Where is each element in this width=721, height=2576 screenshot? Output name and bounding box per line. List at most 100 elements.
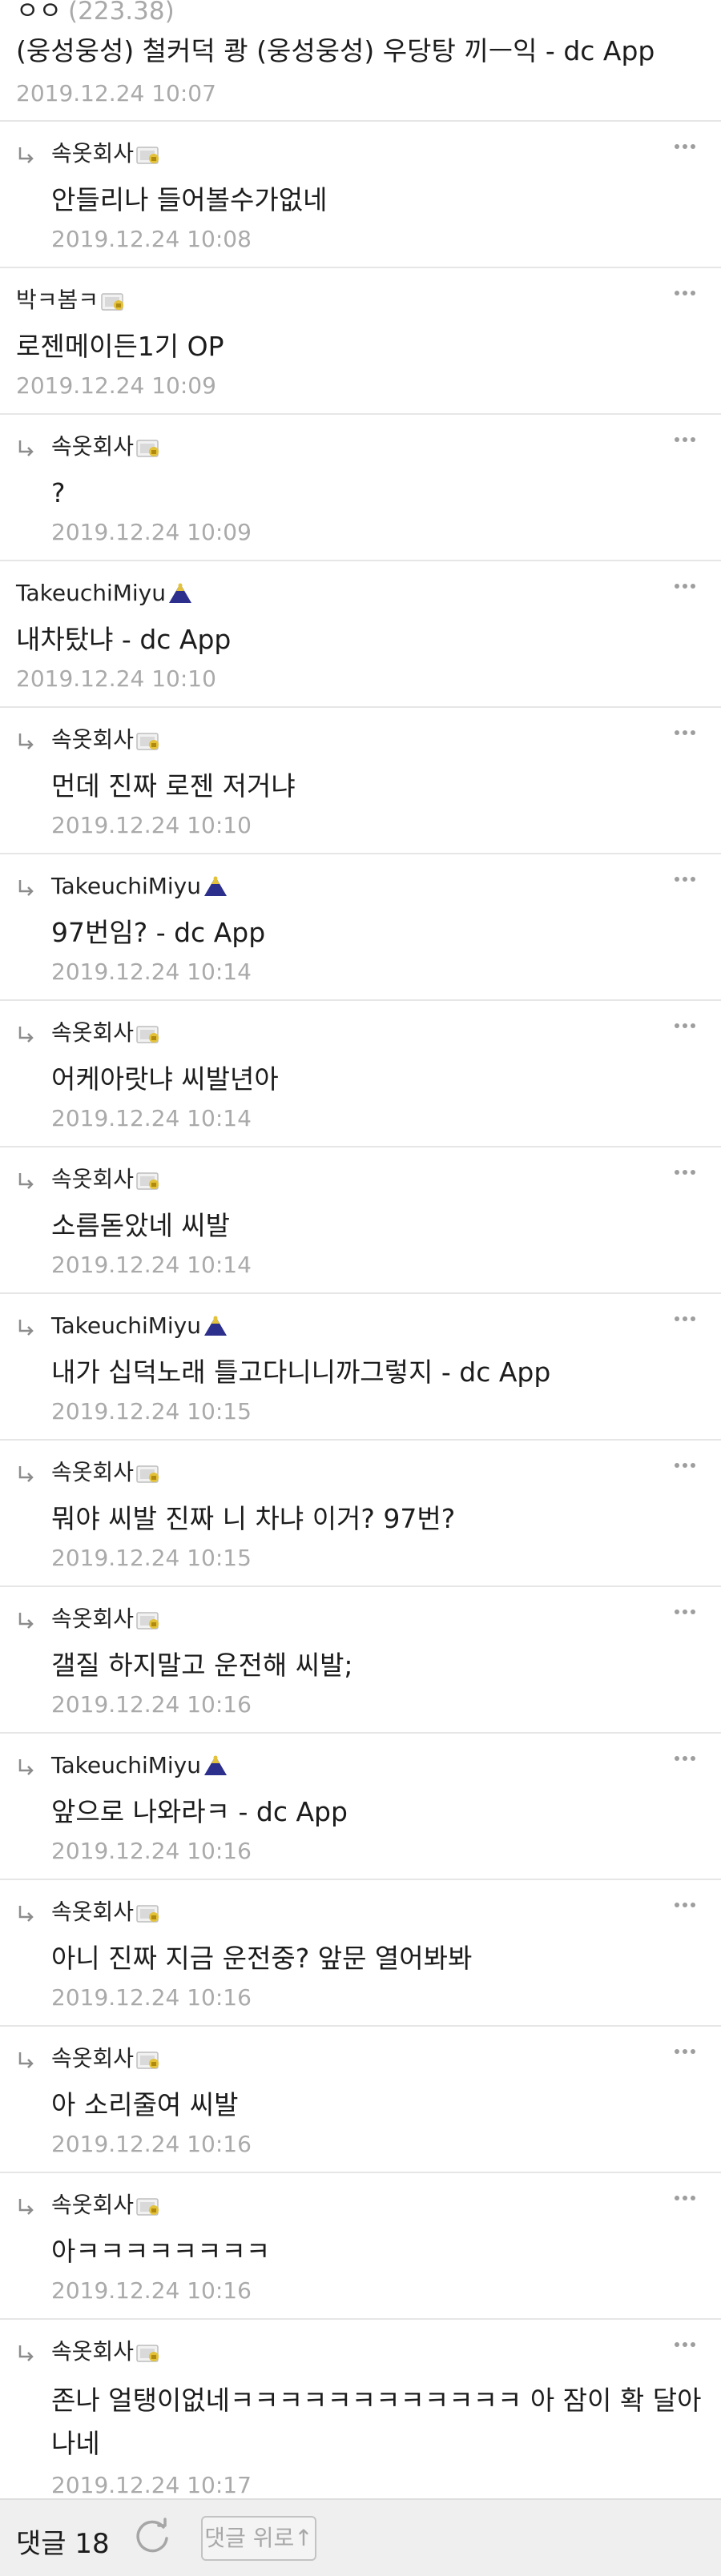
author-name: 속옷회사	[51, 1166, 135, 1192]
comment-author[interactable]: 박ㅋ봄ㅋ	[16, 284, 126, 316]
more-options-icon[interactable]	[675, 0, 699, 3]
reply-arrow-icon	[18, 878, 35, 898]
comment-item: TakeuchiMiyu 내가 십덕노래 틀고다니니까그렇지 - dc App 20…	[0, 1294, 721, 1441]
comment-timestamp: 2019.12.24 10:15	[51, 1398, 252, 1425]
more-options-icon[interactable]	[675, 144, 699, 152]
comment-author[interactable]: 속옷회사	[51, 2043, 161, 2075]
comment-author[interactable]: TakeuchiMiyu	[16, 577, 193, 609]
comment-timestamp: 2019.12.24 10:16	[51, 2131, 252, 2157]
more-options-icon[interactable]	[675, 1463, 699, 1471]
comment-body: 97번임? - dc App	[51, 917, 266, 948]
author-name: ㅇㅇ	[16, 0, 62, 26]
reply-arrow-icon	[18, 2344, 35, 2363]
comment-author[interactable]: 속옷회사	[51, 138, 161, 170]
comment-body: 내가 십덕노래 틀고다니니까그렇지 - dc App	[51, 1356, 551, 1388]
reply-arrow-icon	[18, 2051, 35, 2070]
comment-item: 속옷회사 아니 진짜 지금 운전중? 앞문 열어봐봐 2019.12.24 10:1…	[0, 1880, 721, 2027]
fixed-nick-badge-icon	[135, 1461, 161, 1484]
fixed-nick-badge-icon	[135, 1901, 161, 1923]
fixed-nick-badge-icon	[135, 1168, 161, 1191]
reply-arrow-icon	[18, 1465, 35, 1484]
comment-author[interactable]: 속옷회사	[51, 2336, 161, 2368]
author-name: TakeuchiMiyu	[16, 580, 166, 606]
comment-author[interactable]: 속옷회사	[51, 1603, 161, 1635]
more-options-icon[interactable]	[675, 584, 699, 592]
more-options-icon[interactable]	[675, 1316, 699, 1324]
comment-author[interactable]: 속옷회사	[51, 431, 161, 463]
comment-body: 아ㅋㅋㅋㅋㅋㅋㅋㅋ	[51, 2236, 271, 2267]
reply-arrow-icon	[18, 146, 35, 165]
comment-timestamp: 2019.12.24 10:16	[51, 1691, 252, 1718]
comment-author[interactable]: 속옷회사	[51, 1017, 161, 1049]
more-options-icon[interactable]	[675, 1170, 699, 1178]
reply-arrow-icon	[18, 1904, 35, 1923]
more-options-icon[interactable]	[675, 437, 699, 445]
author-name: 속옷회사	[51, 2045, 135, 2072]
fixed-nick-badge-icon	[135, 436, 161, 458]
comment-timestamp: 2019.12.24 10:10	[16, 665, 216, 692]
reply-arrow-icon	[18, 1318, 35, 1337]
author-name: 속옷회사	[51, 1605, 135, 1632]
more-options-icon[interactable]	[675, 730, 699, 738]
comment-body: 어케아랏냐 씨발년아	[51, 1063, 279, 1095]
reply-arrow-icon	[18, 732, 35, 751]
fixed-nick-badge-icon	[135, 1022, 161, 1044]
refresh-icon[interactable]	[131, 2516, 173, 2558]
fixed-nick-badge-icon	[135, 2194, 161, 2216]
comment-timestamp: 2019.12.24 10:10	[51, 812, 252, 838]
scroll-to-comments-top-button[interactable]: 댓글 위로↑	[201, 2516, 316, 2561]
fixed-nick-badge-icon	[135, 143, 161, 165]
more-options-icon[interactable]	[675, 1609, 699, 1618]
comment-timestamp: 2019.12.24 10:09	[16, 372, 216, 399]
manager-badge-icon	[203, 1754, 228, 1777]
more-options-icon[interactable]	[675, 291, 699, 299]
more-options-icon[interactable]	[675, 1903, 699, 1911]
author-name: 속옷회사	[51, 1019, 135, 1046]
comment-item: TakeuchiMiyu 97번임? - dc App 2019.12.24 10:…	[0, 854, 721, 1001]
comment-body: 먼데 진짜 로젠 저거냐	[51, 770, 296, 802]
comment-body: 뭐야 씨발 진짜 니 차냐 이거? 97번?	[51, 1503, 456, 1534]
reply-arrow-icon	[18, 439, 35, 458]
reply-arrow-icon	[18, 2197, 35, 2216]
comment-body: 로젠메이든1기 OP	[16, 331, 224, 362]
comment-author[interactable]: 속옷회사	[51, 1896, 161, 1928]
comment-timestamp: 2019.12.24 10:14	[51, 958, 252, 985]
comment-body: (웅성웅성) 철커덕 쾅 (웅성웅성) 우당탕 끼ㅡ익 - dc App	[16, 35, 655, 66]
more-options-icon[interactable]	[675, 2342, 699, 2350]
comment-body: 앞으로 나와라ㅋ - dc App	[51, 1796, 348, 1827]
more-options-icon[interactable]	[675, 877, 699, 885]
comment-body: 안들리나 들어볼수가없네	[51, 184, 328, 215]
comment-list: ㅇㅇ (223.38) (웅성웅성) 철커덕 쾅 (웅성웅성) 우당탕 끼ㅡ익 -…	[0, 0, 721, 2512]
comment-author[interactable]: TakeuchiMiyu	[51, 870, 228, 902]
fixed-nick-badge-icon	[100, 289, 126, 311]
more-options-icon[interactable]	[675, 2049, 699, 2057]
manager-badge-icon	[167, 582, 193, 605]
comment-item: 속옷회사 아ㅋㅋㅋㅋㅋㅋㅋㅋ 2019.12.24 10:16	[0, 2173, 721, 2320]
comment-author[interactable]: TakeuchiMiyu	[51, 1310, 228, 1342]
comment-item: 속옷회사 뭐야 씨발 진짜 니 차냐 이거? 97번? 2019.12.24 10:…	[0, 1441, 721, 1587]
reply-arrow-icon	[18, 1611, 35, 1630]
author-name: 속옷회사	[51, 433, 135, 460]
author-name: TakeuchiMiyu	[51, 1752, 201, 1778]
comment-item: ㅇㅇ (223.38) (웅성웅성) 철커덕 쾅 (웅성웅성) 우당탕 끼ㅡ익 -…	[0, 0, 721, 122]
comment-timestamp: 2019.12.24 10:17	[51, 2472, 252, 2498]
comment-body: 아니 진짜 지금 운전중? 앞문 열어봐봐	[51, 1943, 473, 1974]
comment-body: 갤질 하지말고 운전해 씨발;	[51, 1650, 353, 1681]
author-name: 박ㅋ봄ㅋ	[16, 287, 99, 313]
reply-arrow-icon	[18, 1758, 35, 1777]
comment-author[interactable]: 속옷회사	[51, 1457, 161, 1489]
comment-author[interactable]: 속옷회사	[51, 2189, 161, 2221]
comment-author[interactable]: TakeuchiMiyu	[51, 1750, 228, 1782]
more-options-icon[interactable]	[675, 1023, 699, 1031]
comment-author[interactable]: 속옷회사	[51, 724, 161, 756]
comment-timestamp: 2019.12.24 10:14	[51, 1252, 252, 1278]
fixed-nick-badge-icon	[135, 2341, 161, 2363]
more-options-icon[interactable]	[675, 1756, 699, 1764]
comment-timestamp: 2019.12.24 10:08	[51, 226, 252, 252]
comment-timestamp: 2019.12.24 10:16	[51, 1838, 252, 1864]
comment-body: 아 소리줄여 씨발	[51, 2089, 239, 2120]
more-options-icon[interactable]	[675, 2196, 699, 2204]
fixed-nick-badge-icon	[135, 1608, 161, 1630]
comment-author[interactable]: 속옷회사	[51, 1163, 161, 1196]
comment-timestamp: 2019.12.24 10:07	[16, 80, 216, 106]
